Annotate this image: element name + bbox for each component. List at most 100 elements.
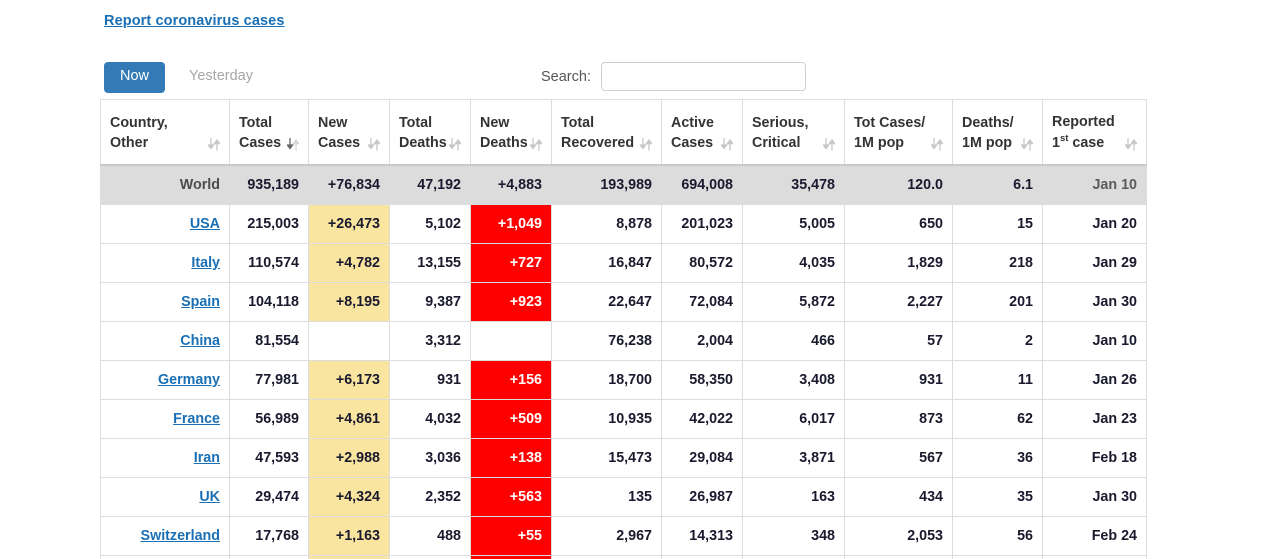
cell-total-recovered: 8,878 <box>551 203 662 244</box>
cell-serious-critical: 5,005 <box>742 203 845 244</box>
cell-total-deaths: 47,192 <box>389 164 471 205</box>
country-link[interactable]: Iran <box>194 450 220 466</box>
column-header-text: New Deaths <box>480 113 542 154</box>
cell-tot-cases-per-1m: 873 <box>844 398 953 439</box>
column-header-total-cases[interactable]: Total Cases <box>229 99 309 167</box>
cell-total-cases: 935,189 <box>229 164 309 205</box>
table-row: USA 215,003 +26,473 5,102 +1,049 8,878 201,023… <box>100 203 1147 244</box>
search-label: Search: <box>541 68 591 85</box>
column-header-tot-cases-1m-pop[interactable]: Tot Cases/1M pop <box>844 99 953 167</box>
cell-total-cases: 110,574 <box>229 242 309 283</box>
cell-deaths-per-1m: 35 <box>952 476 1043 517</box>
country-link[interactable]: Spain <box>181 294 220 310</box>
cell-active-cases: 201,023 <box>661 203 743 244</box>
country-link[interactable]: Switzerland <box>141 528 220 544</box>
cell-total-deaths: 488 <box>389 515 471 556</box>
column-header-line1: Deaths/ <box>962 114 1014 131</box>
column-header-deaths-1m-pop[interactable]: Deaths/1M pop <box>952 99 1043 167</box>
column-header-text: Serious, Critical <box>752 113 835 154</box>
cell-country: UK <box>100 476 230 517</box>
report-coronavirus-cases-link[interactable]: Report coronavirus cases <box>104 13 285 29</box>
column-header-serious-critical[interactable]: Serious, Critical <box>742 99 845 167</box>
country-link[interactable]: USA <box>190 216 220 232</box>
search-container: Search: <box>541 62 806 91</box>
column-header-line1: Total <box>239 114 273 131</box>
cell-reported-first-case: Feb 24 <box>1042 515 1147 556</box>
cell-total-cases: 215,003 <box>229 203 309 244</box>
column-header-new-deaths[interactable]: New Deaths <box>470 99 552 167</box>
column-header-new-cases[interactable]: New Cases <box>308 99 390 167</box>
column-header-line2: Recovered <box>561 135 635 152</box>
country-link[interactable]: Italy <box>191 255 220 271</box>
cell-tot-cases-per-1m: 650 <box>844 203 953 244</box>
cell-total-recovered: 193,989 <box>551 164 662 205</box>
column-header-reported-1st-case[interactable]: Reported 1st case <box>1042 99 1147 167</box>
stats-table-container: Country, Other Total Cases New Cases Total Deat… <box>100 99 1147 559</box>
column-header-total-recovered[interactable]: Total Recovered <box>551 99 662 167</box>
cell-total-cases: 17,768 <box>229 515 309 556</box>
column-header-line2: 1M pop <box>854 135 905 152</box>
cell-deaths-per-1m: 56 <box>952 515 1043 556</box>
sort-both-icon[interactable] <box>368 137 380 152</box>
cell-deaths-per-1m: 62 <box>952 398 1043 439</box>
cell-deaths-per-1m: 15 <box>952 203 1043 244</box>
search-input[interactable] <box>600 62 806 91</box>
table-header: Country, Other Total Cases New Cases Total Deat… <box>100 99 1147 167</box>
table-row-world: World 935,189 +76,834 47,192 +4,883 193,989 69… <box>100 164 1147 205</box>
country-link[interactable]: China <box>180 333 220 349</box>
column-header-text: Reported 1st case <box>1052 112 1137 153</box>
cell-deaths-per-1m: 2 <box>952 320 1043 361</box>
cell-serious-critical <box>742 554 845 559</box>
column-header-line1: New <box>318 114 348 131</box>
cell-total-deaths <box>389 554 471 559</box>
country-link[interactable]: Germany <box>158 372 220 388</box>
tab-yesterday[interactable]: Yesterday <box>173 62 269 93</box>
column-header-total-deaths[interactable]: Total Deaths <box>389 99 471 167</box>
column-header-line2: Cases <box>318 135 361 152</box>
cell-reported-first-case: Jan 29 <box>1042 242 1147 283</box>
cell-country: Germany <box>100 359 230 400</box>
sort-desc-icon[interactable] <box>287 137 299 152</box>
column-header-country-other[interactable]: Country, Other <box>100 99 230 167</box>
cell-active-cases: 2,004 <box>661 320 743 361</box>
cell-country: Switzerland <box>100 515 230 556</box>
cell-reported-first-case: Jan 23 <box>1042 398 1147 439</box>
cell-total-recovered: 16,847 <box>551 242 662 283</box>
sort-both-icon[interactable] <box>208 137 220 152</box>
country-link[interactable]: UK <box>199 489 220 505</box>
cell-total-deaths: 3,312 <box>389 320 471 361</box>
cell-new-cases: +4,324 <box>308 476 390 517</box>
column-header-text: New Cases <box>318 113 380 154</box>
column-header-active-cases[interactable]: Active Cases <box>661 99 743 167</box>
sort-both-icon[interactable] <box>640 137 652 152</box>
cell-deaths-per-1m: 6.1 <box>952 164 1043 205</box>
coronavirus-stats-page: Report coronavirus cases Now Yesterday S… <box>0 0 1275 559</box>
cell-new-deaths: +156 <box>470 359 552 400</box>
cell-active-cases: 58,350 <box>661 359 743 400</box>
cell-reported-first-case: Jan 26 <box>1042 359 1147 400</box>
cell-serious-critical: 348 <box>742 515 845 556</box>
cell-serious-critical: 163 <box>742 476 845 517</box>
sort-both-icon[interactable] <box>449 137 461 152</box>
cell-total-cases: 77,981 <box>229 359 309 400</box>
table-row: Spain 104,118 +8,195 9,387 +923 22,647 72,084 5… <box>100 281 1147 322</box>
sort-both-icon[interactable] <box>1021 137 1033 152</box>
tab-now[interactable]: Now <box>104 62 166 93</box>
cell-tot-cases-per-1m: 57 <box>844 320 953 361</box>
sort-both-icon[interactable] <box>1125 137 1137 152</box>
column-header-text: Tot Cases/1M pop <box>854 113 943 154</box>
cell-new-cases: +1,163 <box>308 515 390 556</box>
sort-both-icon[interactable] <box>931 137 943 152</box>
sort-both-icon[interactable] <box>530 137 542 152</box>
table-header-row: Country, Other Total Cases New Cases Total Deat… <box>100 99 1147 167</box>
sort-both-icon[interactable] <box>721 137 733 152</box>
country-link[interactable]: France <box>173 411 220 427</box>
cell-total-cases: 47,593 <box>229 437 309 478</box>
column-header-line1: New <box>480 114 510 131</box>
cell-active-cases <box>661 554 743 559</box>
cell-reported-first-case: Feb 18 <box>1042 437 1147 478</box>
cell-new-cases: +4,861 <box>308 398 390 439</box>
cell-serious-critical: 5,872 <box>742 281 845 322</box>
sort-both-icon[interactable] <box>823 137 835 152</box>
cell-total-recovered <box>551 554 662 559</box>
